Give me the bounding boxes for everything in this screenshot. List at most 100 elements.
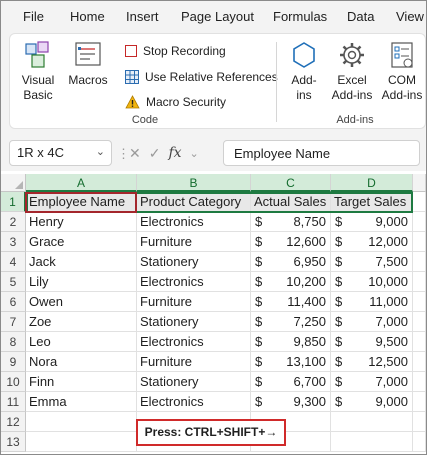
currency-cell[interactable]: $7,500: [331, 252, 413, 272]
row-header-8[interactable]: 8: [1, 332, 26, 352]
empty-cell[interactable]: [331, 412, 413, 432]
empty-cell[interactable]: [413, 372, 426, 392]
empty-cell[interactable]: [413, 312, 426, 332]
currency-cell[interactable]: $9,300: [251, 392, 331, 412]
data-cell[interactable]: Stationery: [137, 312, 251, 332]
empty-cell[interactable]: [413, 272, 426, 292]
tab-formulas[interactable]: Formulas: [273, 9, 327, 24]
tab-home[interactable]: Home: [70, 9, 105, 24]
row-header-1[interactable]: 1: [1, 192, 26, 212]
row-header-2[interactable]: 2: [1, 212, 26, 232]
currency-cell[interactable]: $6,950: [251, 252, 331, 272]
data-cell[interactable]: Henry: [26, 212, 137, 232]
data-cell[interactable]: Electronics: [137, 392, 251, 412]
data-cell[interactable]: Electronics: [137, 272, 251, 292]
row-header-12[interactable]: 12: [1, 412, 26, 432]
row-header-7[interactable]: 7: [1, 312, 26, 332]
row-header-13[interactable]: 13: [1, 432, 26, 452]
macros-button[interactable]: Macros: [66, 40, 110, 88]
row-header-11[interactable]: 11: [1, 392, 26, 412]
tab-view[interactable]: View: [396, 9, 424, 24]
data-cell[interactable]: Stationery: [137, 372, 251, 392]
empty-cell[interactable]: [413, 432, 426, 452]
stop-recording-button[interactable]: Stop Recording: [125, 42, 226, 60]
row-header-6[interactable]: 6: [1, 292, 26, 312]
enter-icon[interactable]: ✓: [149, 145, 161, 162]
currency-cell[interactable]: $11,000: [331, 292, 413, 312]
currency-cell[interactable]: $11,400: [251, 292, 331, 312]
currency-cell[interactable]: $6,700: [251, 372, 331, 392]
empty-cell[interactable]: [413, 392, 426, 412]
add-ins-button[interactable]: Add- ins: [284, 40, 324, 103]
visual-basic-button[interactable]: Visual Basic: [16, 40, 60, 103]
row-header-5[interactable]: 5: [1, 272, 26, 292]
data-cell[interactable]: Owen: [26, 292, 137, 312]
empty-cell[interactable]: [413, 332, 426, 352]
row-header-3[interactable]: 3: [1, 232, 26, 252]
currency-cell[interactable]: $12,000: [331, 232, 413, 252]
tab-insert[interactable]: Insert: [126, 9, 159, 24]
macro-security-button[interactable]: Macro Security: [125, 93, 226, 111]
data-cell[interactable]: Finn: [26, 372, 137, 392]
data-cell[interactable]: Emma: [26, 392, 137, 412]
currency-cell[interactable]: $9,850: [251, 332, 331, 352]
empty-cell[interactable]: [413, 252, 426, 272]
column-header-d[interactable]: D: [331, 174, 413, 192]
currency-cell[interactable]: $9,000: [331, 212, 413, 232]
data-cell[interactable]: Lily: [26, 272, 137, 292]
data-cell[interactable]: Furniture: [137, 292, 251, 312]
empty-cell[interactable]: [413, 212, 426, 232]
currency-cell[interactable]: $9,000: [331, 392, 413, 412]
header-cell[interactable]: Product Category: [137, 192, 251, 212]
empty-cell[interactable]: [413, 412, 426, 432]
select-all-button[interactable]: [1, 174, 26, 192]
name-box[interactable]: 1R x 4C ⌄: [9, 140, 112, 166]
currency-cell[interactable]: $10,000: [331, 272, 413, 292]
relative-references-button[interactable]: Use Relative References: [125, 68, 278, 86]
empty-cell[interactable]: [413, 192, 426, 212]
column-header-a[interactable]: A: [26, 174, 137, 192]
chevron-down-icon[interactable]: ⌄: [96, 145, 105, 158]
empty-cell[interactable]: [413, 292, 426, 312]
empty-cell[interactable]: [331, 432, 413, 452]
empty-cell[interactable]: [413, 352, 426, 372]
formula-input[interactable]: Employee Name: [223, 140, 420, 166]
row-header-4[interactable]: 4: [1, 252, 26, 272]
data-cell[interactable]: Electronics: [137, 212, 251, 232]
header-cell[interactable]: Actual Sales: [251, 192, 331, 212]
chevron-down-icon[interactable]: ⌄: [190, 147, 199, 160]
row-header-9[interactable]: 9: [1, 352, 26, 372]
data-cell[interactable]: Leo: [26, 332, 137, 352]
column-header-e[interactable]: [413, 174, 426, 192]
data-cell[interactable]: Furniture: [137, 352, 251, 372]
insert-function-icon[interactable]: fx: [168, 145, 181, 161]
com-add-ins-button[interactable]: COM Add-ins: [380, 40, 424, 103]
tab-file[interactable]: File: [23, 9, 44, 24]
currency-cell[interactable]: $8,750: [251, 212, 331, 232]
currency-cell[interactable]: $12,600: [251, 232, 331, 252]
excel-add-ins-button[interactable]: Excel Add-ins: [330, 40, 374, 103]
data-cell[interactable]: Stationery: [137, 252, 251, 272]
currency-cell[interactable]: $9,500: [331, 332, 413, 352]
data-cell[interactable]: Jack: [26, 252, 137, 272]
data-cell[interactable]: Nora: [26, 352, 137, 372]
empty-cell[interactable]: [26, 432, 137, 452]
row-header-10[interactable]: 10: [1, 372, 26, 392]
data-cell[interactable]: Electronics: [137, 332, 251, 352]
header-cell[interactable]: Target Sales: [331, 192, 413, 212]
currency-cell[interactable]: $13,100: [251, 352, 331, 372]
data-cell[interactable]: Furniture: [137, 232, 251, 252]
tab-data[interactable]: Data: [347, 9, 374, 24]
column-header-b[interactable]: B: [137, 174, 251, 192]
column-header-c[interactable]: C: [251, 174, 331, 192]
currency-cell[interactable]: $12,500: [331, 352, 413, 372]
tab-page-layout[interactable]: Page Layout: [181, 9, 254, 24]
data-cell[interactable]: Grace: [26, 232, 137, 252]
currency-cell[interactable]: $7,000: [331, 312, 413, 332]
currency-cell[interactable]: $10,200: [251, 272, 331, 292]
empty-cell[interactable]: [413, 232, 426, 252]
empty-cell[interactable]: [26, 412, 137, 432]
cancel-icon[interactable]: ✕: [129, 145, 141, 162]
header-cell[interactable]: Employee Name: [26, 192, 137, 212]
currency-cell[interactable]: $7,250: [251, 312, 331, 332]
